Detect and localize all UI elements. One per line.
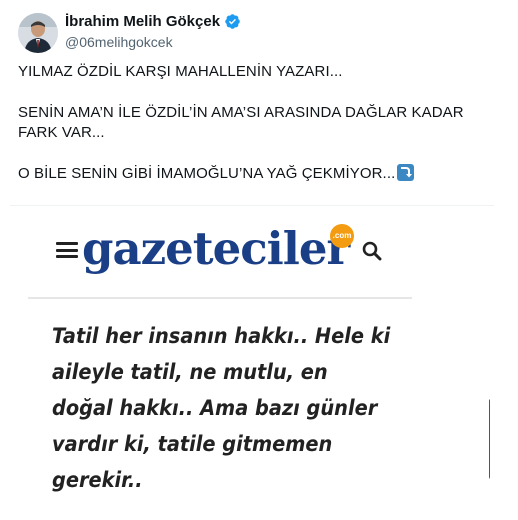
tweet-line-2: SENİN AMA’N İLE ÖZDİL’İN AMA’SI ARASINDA… — [18, 104, 464, 141]
site-header: gazeteciler .com — [28, 213, 490, 285]
menu-icon — [56, 242, 78, 258]
article-quote: Tatil her insanın hakkı.. Hele ki aileyl… — [52, 324, 391, 493]
avatar-image — [18, 13, 58, 53]
search-icon — [361, 240, 383, 262]
tweet-line-1: YILMAZ ÖZDİL KARŞI MAHALLENİN YAZARI... — [18, 63, 343, 80]
tweet-line-3-text: O BİLE SENİN GİBİ İMAMOĞLU’NA YAĞ ÇEKMİY… — [18, 165, 396, 182]
divider — [10, 205, 494, 206]
right-arrow-curving-down-icon — [397, 164, 415, 181]
tweet-line-3: O BİLE SENİN GİBİ İMAMOĞLU’NA YAĞ ÇEKMİY… — [18, 164, 496, 184]
site-divider — [28, 297, 412, 299]
author-name[interactable]: İbrahim Melih Gökçek — [65, 13, 220, 30]
scrollbar[interactable] — [489, 399, 490, 479]
site-logo: gazeteciler — [82, 222, 350, 275]
author-name-row[interactable]: İbrahim Melih Gökçek — [65, 13, 241, 30]
logo-badge: .com — [330, 224, 354, 248]
tweet-header: İbrahim Melih Gökçek @06melihgokcek — [18, 8, 498, 53]
tweet-media-image[interactable]: gazeteciler .com Tatil her insanın hakkı… — [28, 213, 490, 520]
avatar[interactable] — [18, 13, 58, 53]
verified-badge-icon — [224, 13, 241, 30]
tweet-text: YILMAZ ÖZDİL KARŞI MAHALLENİN YAZARI... … — [18, 62, 496, 184]
author-handle[interactable]: @06melihgokcek — [65, 34, 173, 50]
